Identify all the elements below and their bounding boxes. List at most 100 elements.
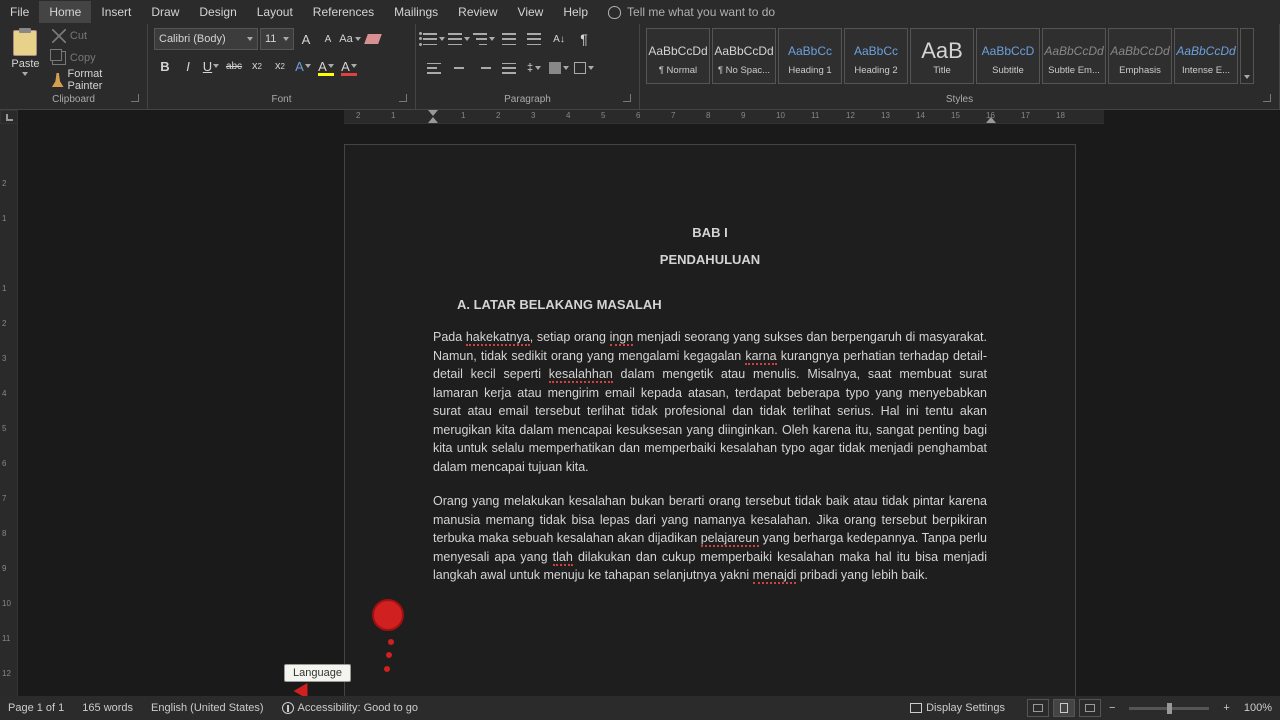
chevron-down-icon bbox=[535, 66, 541, 70]
increase-indent-button[interactable] bbox=[522, 28, 546, 50]
multilevel-button[interactable] bbox=[472, 28, 496, 50]
horizontal-ruler[interactable]: 21123456789101112131415161718 bbox=[344, 110, 1104, 124]
spellcheck-error[interactable]: karna bbox=[745, 349, 776, 365]
zoom-out-button[interactable]: − bbox=[1105, 702, 1119, 714]
spellcheck-error[interactable]: kesalahhan bbox=[549, 367, 613, 383]
bullets-button[interactable] bbox=[422, 28, 446, 50]
text-effects-button[interactable]: A bbox=[292, 55, 314, 77]
spellcheck-error[interactable]: hakekatnya bbox=[466, 330, 530, 346]
ruler-tick: 3 bbox=[2, 354, 6, 363]
highlight-button[interactable]: A bbox=[315, 55, 337, 77]
eraser-icon bbox=[364, 34, 382, 44]
grow-font-button[interactable]: A bbox=[296, 28, 316, 50]
underline-button[interactable]: U bbox=[200, 55, 222, 77]
style-emphasis[interactable]: AaBbCcDdEmphasis bbox=[1108, 28, 1172, 84]
font-size-select[interactable]: 11 bbox=[260, 28, 294, 50]
style-heading-2[interactable]: AaBbCcHeading 2 bbox=[844, 28, 908, 84]
style--normal[interactable]: AaBbCcDd¶ Normal bbox=[646, 28, 710, 84]
style-subtle-em-[interactable]: AaBbCcDdSubtle Em... bbox=[1042, 28, 1106, 84]
tab-marker-icon bbox=[6, 114, 13, 121]
first-line-indent-marker[interactable] bbox=[428, 110, 438, 116]
sort-button[interactable]: A↓ bbox=[547, 28, 571, 50]
menu-review[interactable]: Review bbox=[448, 1, 507, 23]
document-canvas[interactable]: BAB I PENDAHULUAN A. LATAR BELAKANG MASA… bbox=[18, 124, 1280, 696]
style-name: Subtle Em... bbox=[1043, 65, 1105, 76]
align-center-button[interactable] bbox=[447, 57, 471, 79]
decrease-indent-button[interactable] bbox=[497, 28, 521, 50]
menu-references[interactable]: References bbox=[303, 1, 384, 23]
shading-button[interactable] bbox=[547, 57, 571, 79]
menu-view[interactable]: View bbox=[508, 1, 554, 23]
dialog-launcher-icon[interactable] bbox=[1263, 94, 1271, 102]
cut-button[interactable]: Cut bbox=[49, 26, 141, 46]
spellcheck-error[interactable]: menajdi bbox=[753, 568, 797, 584]
subscript-button[interactable]: x2 bbox=[246, 55, 268, 77]
bullets-icon bbox=[423, 33, 437, 45]
numbering-button[interactable] bbox=[447, 28, 471, 50]
display-settings-button[interactable]: Display Settings bbox=[910, 702, 1005, 714]
dialog-launcher-icon[interactable] bbox=[623, 94, 631, 102]
language-tooltip: Language bbox=[284, 664, 351, 682]
word-count[interactable]: 165 words bbox=[82, 702, 133, 714]
style-heading-1[interactable]: AaBbCcHeading 1 bbox=[778, 28, 842, 84]
style-title[interactable]: AaBTitle bbox=[910, 28, 974, 84]
show-marks-button[interactable]: ¶ bbox=[572, 28, 596, 50]
accessibility-indicator[interactable]: Accessibility: Good to go bbox=[282, 702, 418, 714]
menu-file[interactable]: File bbox=[0, 1, 39, 23]
language-indicator[interactable]: English (United States) bbox=[151, 702, 264, 714]
borders-button[interactable] bbox=[572, 57, 596, 79]
strikethrough-button[interactable]: abc bbox=[223, 55, 245, 77]
shrink-font-button[interactable]: A bbox=[318, 28, 338, 50]
zoom-thumb[interactable] bbox=[1167, 703, 1172, 714]
web-layout-button[interactable] bbox=[1079, 699, 1101, 717]
ruler-tick: 2 bbox=[2, 319, 6, 328]
ruler-tick: 7 bbox=[2, 494, 6, 503]
justify-icon bbox=[502, 63, 516, 74]
format-painter-button[interactable]: Format Painter bbox=[49, 70, 141, 90]
superscript-button[interactable]: x2 bbox=[269, 55, 291, 77]
font-name-select[interactable]: Calibri (Body) bbox=[154, 28, 258, 50]
menu-home[interactable]: Home bbox=[39, 1, 91, 23]
spellcheck-error[interactable]: pelajareun bbox=[701, 531, 759, 547]
copy-button[interactable]: Copy bbox=[49, 48, 141, 68]
dialog-launcher-icon[interactable] bbox=[131, 94, 139, 102]
read-mode-button[interactable] bbox=[1027, 699, 1049, 717]
menu-help[interactable]: Help bbox=[553, 1, 598, 23]
zoom-level[interactable]: 100% bbox=[1244, 702, 1272, 714]
style-name: Title bbox=[911, 65, 973, 76]
vertical-ruler[interactable]: 2112345678910111213 bbox=[0, 124, 18, 696]
print-layout-button[interactable] bbox=[1053, 699, 1075, 717]
tell-me-search[interactable]: Tell me what you want to do bbox=[608, 5, 775, 19]
italic-button[interactable]: I bbox=[177, 55, 199, 77]
menu-layout[interactable]: Layout bbox=[247, 1, 303, 23]
page[interactable]: BAB I PENDAHULUAN A. LATAR BELAKANG MASA… bbox=[344, 144, 1076, 696]
clear-formatting-button[interactable] bbox=[362, 28, 384, 50]
menu-design[interactable]: Design bbox=[189, 1, 246, 23]
line-spacing-button[interactable]: ‡ bbox=[522, 57, 546, 79]
align-right-button[interactable] bbox=[472, 57, 496, 79]
document-area: 2112345678910111213 21123456789101112131… bbox=[0, 110, 1280, 696]
page-indicator[interactable]: Page 1 of 1 bbox=[8, 702, 64, 714]
paste-button[interactable]: Paste bbox=[6, 26, 45, 76]
font-color-button[interactable]: A bbox=[338, 55, 360, 77]
change-case-button[interactable]: Aa bbox=[340, 28, 360, 50]
style--no-spac-[interactable]: AaBbCcDd¶ No Spac... bbox=[712, 28, 776, 84]
menu-insert[interactable]: Insert bbox=[91, 1, 141, 23]
style-subtitle[interactable]: AaBbCcDSubtitle bbox=[976, 28, 1040, 84]
hanging-indent-marker[interactable] bbox=[428, 117, 438, 123]
style-intense-e-[interactable]: AaBbCcDdIntense E... bbox=[1174, 28, 1238, 84]
zoom-slider[interactable] bbox=[1129, 707, 1209, 710]
dialog-launcher-icon[interactable] bbox=[399, 94, 407, 102]
bold-button[interactable]: B bbox=[154, 55, 176, 77]
group-paragraph: A↓ ¶ ‡ Paragraph bbox=[416, 24, 640, 109]
align-left-button[interactable] bbox=[422, 57, 446, 79]
tab-selector[interactable] bbox=[0, 110, 18, 124]
spellcheck-error[interactable]: ingn bbox=[610, 330, 634, 346]
styles-more-button[interactable] bbox=[1240, 28, 1254, 84]
menu-draw[interactable]: Draw bbox=[141, 1, 189, 23]
annotation-trail bbox=[386, 652, 392, 658]
zoom-in-button[interactable]: + bbox=[1219, 702, 1233, 714]
menu-mailings[interactable]: Mailings bbox=[384, 1, 448, 23]
justify-button[interactable] bbox=[497, 57, 521, 79]
spellcheck-error[interactable]: tlah bbox=[553, 550, 573, 566]
